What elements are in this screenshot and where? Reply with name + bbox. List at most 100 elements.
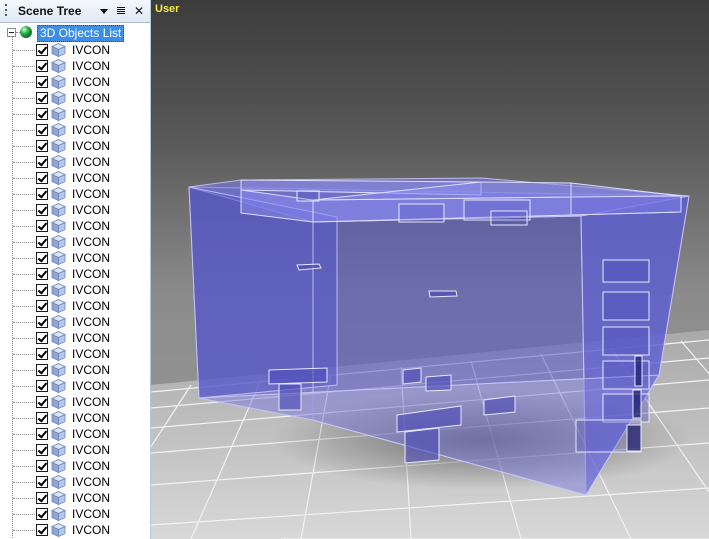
tree-item[interactable]: IVCON (0, 330, 150, 346)
tree-item[interactable]: IVCON (0, 218, 150, 234)
visibility-checkbox[interactable] (36, 476, 48, 488)
cube-icon (51, 251, 66, 266)
visibility-checkbox[interactable] (36, 492, 48, 504)
tree-item[interactable]: IVCON (0, 90, 150, 106)
tree-item[interactable]: IVCON (0, 394, 150, 410)
tree-connector (13, 162, 35, 163)
tree-item[interactable]: IVCON (0, 378, 150, 394)
cube-icon (51, 187, 66, 202)
visibility-checkbox[interactable] (36, 156, 48, 168)
tree-item[interactable]: IVCON (0, 426, 150, 442)
visibility-checkbox[interactable] (36, 188, 48, 200)
visibility-checkbox[interactable] (36, 364, 48, 376)
tree-item[interactable]: IVCON (0, 122, 150, 138)
tree-item-label: IVCON (72, 155, 111, 169)
visibility-checkbox[interactable] (36, 428, 48, 440)
visibility-checkbox[interactable] (36, 60, 48, 72)
tree-connector (13, 82, 35, 83)
visibility-checkbox[interactable] (36, 508, 48, 520)
visibility-checkbox[interactable] (36, 444, 48, 456)
visibility-checkbox[interactable] (36, 76, 48, 88)
collapse-toggle-icon[interactable] (7, 28, 16, 37)
visibility-checkbox[interactable] (36, 252, 48, 264)
tree-item-label: IVCON (72, 379, 111, 393)
visibility-checkbox[interactable] (36, 300, 48, 312)
visibility-checkbox[interactable] (36, 44, 48, 56)
visibility-checkbox[interactable] (36, 460, 48, 472)
visibility-checkbox[interactable] (36, 92, 48, 104)
visibility-checkbox[interactable] (36, 204, 48, 216)
tree-connector (13, 146, 35, 147)
3d-scene[interactable] (151, 0, 709, 539)
cube-icon (51, 43, 66, 58)
tree-item[interactable]: IVCON (0, 74, 150, 90)
visibility-checkbox[interactable] (36, 236, 48, 248)
visibility-checkbox[interactable] (36, 108, 48, 120)
tree-item[interactable]: IVCON (0, 202, 150, 218)
tree-item[interactable]: IVCON (0, 186, 150, 202)
tree-item-label: IVCON (72, 475, 111, 489)
tree-item[interactable]: IVCON (0, 58, 150, 74)
cube-icon (51, 491, 66, 506)
tree-item[interactable]: IVCON (0, 138, 150, 154)
tree-item[interactable]: IVCON (0, 522, 150, 538)
cube-icon (51, 427, 66, 442)
visibility-checkbox[interactable] (36, 396, 48, 408)
tree-item[interactable]: IVCON (0, 410, 150, 426)
cube-icon (51, 139, 66, 154)
tree-item-label: IVCON (72, 75, 111, 89)
tree-item[interactable]: IVCON (0, 298, 150, 314)
tree-connector (13, 210, 35, 211)
tree-connector (13, 178, 35, 179)
visibility-checkbox[interactable] (36, 220, 48, 232)
tree-item[interactable]: IVCON (0, 314, 150, 330)
visibility-checkbox[interactable] (36, 316, 48, 328)
tree-item[interactable]: IVCON (0, 346, 150, 362)
tree-root-item[interactable]: 3D Objects List (37, 25, 125, 42)
tree-item[interactable]: IVCON (0, 250, 150, 266)
tree-item-label: IVCON (72, 235, 111, 249)
tree-item[interactable]: IVCON (0, 474, 150, 490)
tree-connector (13, 242, 35, 243)
tree-item-label: IVCON (72, 283, 111, 297)
tree-item[interactable]: IVCON (0, 282, 150, 298)
visibility-checkbox[interactable] (36, 524, 48, 536)
tree-item-label: IVCON (72, 91, 111, 105)
3d-viewport[interactable]: User (151, 0, 709, 539)
visibility-checkbox[interactable] (36, 268, 48, 280)
globe-icon (20, 26, 32, 38)
tree-item[interactable]: IVCON (0, 170, 150, 186)
tree-item-label: IVCON (72, 107, 111, 121)
cube-icon (51, 395, 66, 410)
tree-item[interactable]: IVCON (0, 154, 150, 170)
cube-icon (51, 235, 66, 250)
visibility-checkbox[interactable] (36, 380, 48, 392)
dropdown-arrow-icon[interactable] (97, 4, 111, 18)
tree-item[interactable]: IVCON (0, 362, 150, 378)
tree-item[interactable]: IVCON (0, 106, 150, 122)
tree-item[interactable]: IVCON (0, 506, 150, 522)
tree-item[interactable]: IVCON (0, 442, 150, 458)
close-icon[interactable]: ✕ (132, 4, 146, 18)
tree-connector (13, 306, 35, 307)
tree-item[interactable]: IVCON (0, 234, 150, 250)
visibility-checkbox[interactable] (36, 332, 48, 344)
grip-icon[interactable] (5, 4, 8, 18)
visibility-checkbox[interactable] (36, 172, 48, 184)
tree-item-label: IVCON (72, 507, 111, 521)
visibility-checkbox[interactable] (36, 412, 48, 424)
tree-item[interactable]: IVCON (0, 42, 150, 58)
cube-icon (51, 171, 66, 186)
visibility-checkbox[interactable] (36, 124, 48, 136)
visibility-checkbox[interactable] (36, 140, 48, 152)
tree-item[interactable]: IVCON (0, 490, 150, 506)
tree-item[interactable]: IVCON (0, 458, 150, 474)
tree-connector (13, 450, 35, 451)
visibility-checkbox[interactable] (36, 348, 48, 360)
tree-connector (13, 482, 35, 483)
visibility-checkbox[interactable] (36, 284, 48, 296)
cube-icon (51, 379, 66, 394)
viewport-label[interactable]: User (155, 3, 179, 15)
list-options-icon[interactable] (114, 4, 128, 18)
tree-item[interactable]: IVCON (0, 266, 150, 282)
